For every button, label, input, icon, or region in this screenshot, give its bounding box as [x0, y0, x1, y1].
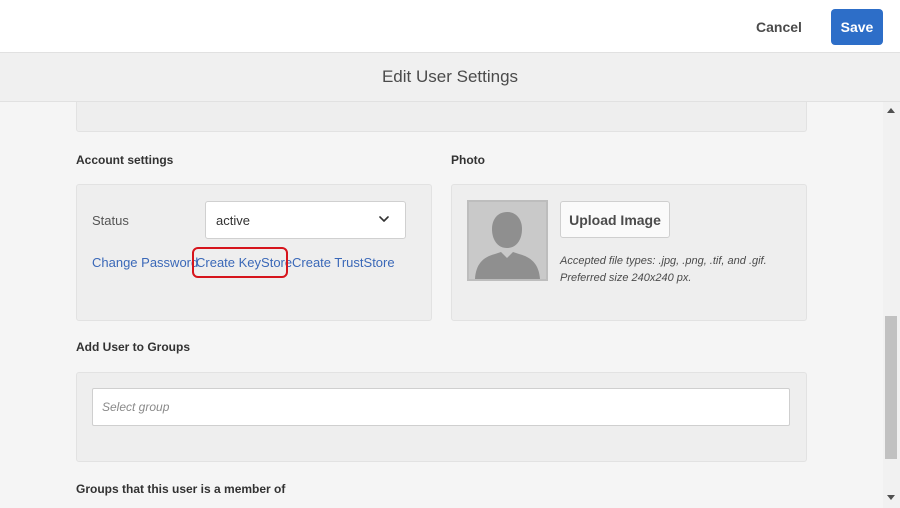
account-settings-heading: Account settings: [76, 153, 174, 167]
title-bar: Edit User Settings: [0, 53, 900, 102]
top-action-bar: Cancel Save: [0, 0, 900, 53]
save-button[interactable]: Save: [831, 9, 883, 45]
add-to-groups-panel: [76, 372, 807, 462]
account-settings-panel: Status active Change Password Create Key…: [76, 184, 432, 321]
status-label: Status: [92, 213, 129, 228]
chevron-down-icon: [379, 216, 389, 222]
create-truststore-link[interactable]: Create TrustStore: [292, 255, 395, 270]
preferred-size-hint: Preferred size 240x240 px.: [560, 272, 692, 284]
cancel-button[interactable]: Cancel: [742, 9, 816, 45]
page-title: Edit User Settings: [381, 67, 519, 86]
status-dropdown[interactable]: active: [205, 201, 406, 239]
add-to-groups-heading: Add User to Groups: [76, 340, 191, 354]
scroll-up-arrow-icon[interactable]: [887, 108, 895, 113]
select-group-input[interactable]: [92, 388, 790, 426]
vertical-scrollbar[interactable]: [883, 102, 900, 508]
avatar: [467, 200, 548, 281]
keystore-highlight: [192, 247, 288, 278]
status-value: active: [216, 213, 250, 228]
change-password-link[interactable]: Change Password: [92, 255, 198, 270]
file-types-hint: Accepted file types: .jpg, .png, .tif, a…: [560, 255, 767, 267]
member-groups-heading: Groups that this user is a member of: [76, 482, 286, 496]
scroll-down-arrow-icon[interactable]: [887, 495, 895, 500]
settings-content: Account settings Photo Status active Cha…: [0, 102, 883, 508]
upload-image-button[interactable]: Upload Image: [560, 201, 670, 238]
previous-section-panel: [76, 102, 807, 132]
user-silhouette-icon: [469, 202, 546, 279]
photo-heading: Photo: [451, 153, 485, 167]
photo-panel: Upload Image Accepted file types: .jpg, …: [451, 184, 807, 321]
scroll-thumb[interactable]: [885, 316, 897, 459]
